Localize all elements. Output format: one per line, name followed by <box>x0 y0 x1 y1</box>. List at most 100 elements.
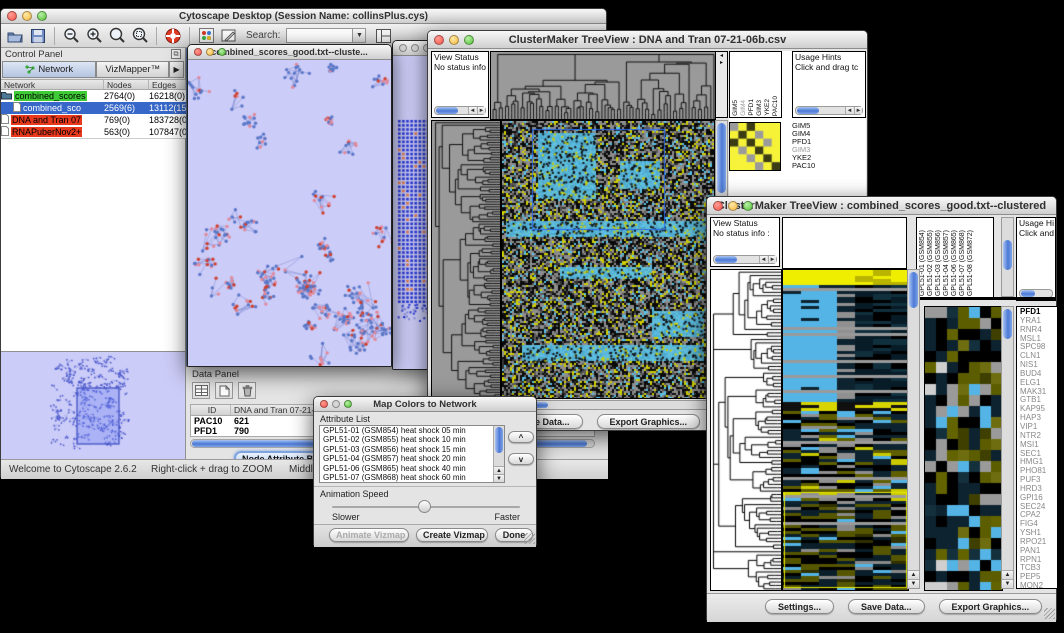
save-session-button[interactable] <box>28 26 48 45</box>
gene-label[interactable]: MON2 <box>1020 582 1057 589</box>
desktop: Cytoscape Desktop (Session Name: collins… <box>0 0 1064 633</box>
edge-count: 183728(0) <box>149 115 186 125</box>
close-button[interactable] <box>320 400 328 408</box>
similarity-matrix[interactable] <box>729 122 781 171</box>
birdseye-view[interactable] <box>1 351 185 459</box>
vizmapper-icon[interactable] <box>196 26 216 45</box>
delete-attribute-trash-icon[interactable] <box>238 382 256 399</box>
slower-label: Slower <box>332 512 360 522</box>
column-label: GPL51-04 (GSM857) <box>943 230 950 296</box>
save-data-button[interactable]: Save Data... <box>848 599 925 614</box>
minimize-button[interactable] <box>206 48 214 56</box>
view-status-panel: View Status No status info f ◄► <box>431 51 489 118</box>
animation-speed-slider-thumb[interactable] <box>418 500 431 513</box>
zoom-button[interactable] <box>464 35 474 45</box>
zoom-button[interactable] <box>37 11 47 21</box>
column-label: GPL51-02 (GSM855) <box>927 230 934 296</box>
network-table-row[interactable]: combined_scores2764(0)16218(0) <box>1 90 186 102</box>
close-button[interactable] <box>713 201 723 211</box>
network-canvas[interactable] <box>188 60 391 366</box>
attribute-item[interactable]: GPL51-06 (GSM865) heat shock 40 min <box>320 464 504 473</box>
attribute-list[interactable]: GPL51-01 (GSM854) heat shock 05 minGPL51… <box>319 425 505 483</box>
folder-icon <box>1 91 12 102</box>
network-table-row[interactable]: combined_sco2569(6)13112(15) <box>1 102 186 114</box>
edge-count: 13112(15) <box>149 103 186 113</box>
animate-vizmap-button[interactable]: Animate Vizmap <box>329 528 409 542</box>
row-dendrogram[interactable] <box>431 120 501 399</box>
search-dropdown-arrow[interactable]: ▼ <box>352 29 365 42</box>
new-attribute-icon[interactable] <box>215 382 233 399</box>
help-lifebuoy-icon[interactable] <box>163 26 183 45</box>
document-icon <box>1 126 9 138</box>
matrix-column-labels: GIM5GIM4PFD1GIM3YKE2PAC10 <box>729 51 782 118</box>
heatmap-vscrollbar[interactable]: ▲▼ <box>907 269 920 589</box>
heatmap-detail[interactable] <box>924 306 1003 591</box>
zoom-button[interactable] <box>344 400 352 408</box>
zoom-button[interactable] <box>218 48 226 56</box>
usage-hints-panel: Usage Hints Click and drag tc ◄► <box>792 51 866 118</box>
attribute-list-vscrollbar[interactable]: ▲▼ <box>493 426 504 482</box>
view-status-hscrollbar[interactable]: ◄► <box>434 106 486 115</box>
create-vizmap-button[interactable]: Create Vizmap <box>416 528 488 542</box>
usage-hints-panel: Usage Hi Click and <box>1016 217 1056 301</box>
network-table: Network Nodes Edges combined_scores2764(… <box>1 79 186 138</box>
close-button[interactable] <box>399 44 407 52</box>
network-table-row[interactable]: DNA and Tran 07769(0)183728(0) <box>1 114 186 126</box>
minimize-button[interactable] <box>449 35 459 45</box>
column-dendrogram[interactable] <box>490 51 716 120</box>
export-graphics-button[interactable]: Export Graphics... <box>939 599 1043 614</box>
attribute-item[interactable]: GPL51-01 (GSM854) heat shock 05 min <box>320 426 504 435</box>
column-label: GPL51-08 (GSM872) <box>967 230 974 296</box>
minimize-button[interactable] <box>728 201 738 211</box>
tab-overflow-arrow[interactable]: ▶ <box>169 61 184 78</box>
close-button[interactable] <box>7 11 17 21</box>
column-label: GPL51-06 (GSM865) <box>951 230 958 296</box>
column-label: PFD1 <box>748 99 755 116</box>
column-label: YKE2 <box>764 99 771 116</box>
heatmap-main[interactable] <box>782 269 909 591</box>
view-status-hscrollbar[interactable]: ◄► <box>713 255 777 264</box>
network-table-row[interactable]: RNAPuberNov2+563(0)107847(0) <box>1 126 186 138</box>
open-session-button[interactable] <box>5 26 25 45</box>
detail-vscrollbar[interactable]: ▲▼ <box>1001 306 1014 589</box>
move-down-button[interactable]: v <box>508 453 534 465</box>
window-controls <box>7 11 47 21</box>
resize-grip[interactable] <box>524 533 535 544</box>
zoom-out-icon[interactable] <box>61 26 81 45</box>
minimize-button[interactable] <box>332 400 340 408</box>
zoom-in-icon[interactable] <box>84 26 104 45</box>
move-up-button[interactable]: ^ <box>508 431 534 443</box>
row-dendrogram[interactable] <box>710 269 782 591</box>
export-graphics-button[interactable]: Export Graphics... <box>597 414 701 429</box>
settings-button[interactable]: Settings... <box>765 599 834 614</box>
panel-layout-icon[interactable] <box>373 26 393 45</box>
gene-label-list: PFD1YRA1RNR4MSL1SPC98CLN1NIS1BUD4ELG1MAK… <box>1016 306 1058 589</box>
attribute-item[interactable]: GPL51-07 (GSM868) heat shock 60 min <box>320 473 504 482</box>
column-label: PAC10 <box>772 96 779 116</box>
search-input[interactable]: ▼ <box>286 28 366 43</box>
float-panel-icon[interactable]: ⧉ <box>171 49 181 59</box>
zoom-fit-icon[interactable] <box>107 26 127 45</box>
nav-strip[interactable]: ◂▸ <box>715 51 728 118</box>
attribute-item[interactable]: GPL51-04 (GSM857) heat shock 20 min <box>320 454 504 463</box>
zoom-button[interactable] <box>743 201 753 211</box>
tab-network[interactable]: Network <box>2 61 96 78</box>
minimize-button[interactable] <box>411 44 419 52</box>
close-button[interactable] <box>194 48 202 56</box>
main-window-title: Cytoscape Desktop (Session Name: collins… <box>179 11 428 22</box>
attribute-item[interactable]: GPL51-02 (GSM855) heat shock 10 min <box>320 435 504 444</box>
header-vscrollbar[interactable] <box>1001 217 1014 297</box>
heatmap-main[interactable] <box>501 120 715 399</box>
column-label: GIM3 <box>756 100 763 116</box>
minimize-button[interactable] <box>22 11 32 21</box>
status-zoom-hint: Right-click + drag to ZOOM <box>151 464 272 475</box>
zoom-selected-icon[interactable] <box>130 26 150 45</box>
attribute-select-icon[interactable] <box>192 382 210 399</box>
attribute-item[interactable]: GPL51-03 (GSM856) heat shock 15 min <box>320 445 504 454</box>
resize-grip[interactable] <box>1044 608 1055 619</box>
annotation-icon[interactable] <box>219 26 239 45</box>
close-button[interactable] <box>434 35 444 45</box>
usage-hints-hscrollbar[interactable]: ◄► <box>795 106 863 115</box>
tab-vizmapper[interactable]: VizMapper™ <box>96 61 169 78</box>
gene-id: PAC10 <box>191 416 231 426</box>
